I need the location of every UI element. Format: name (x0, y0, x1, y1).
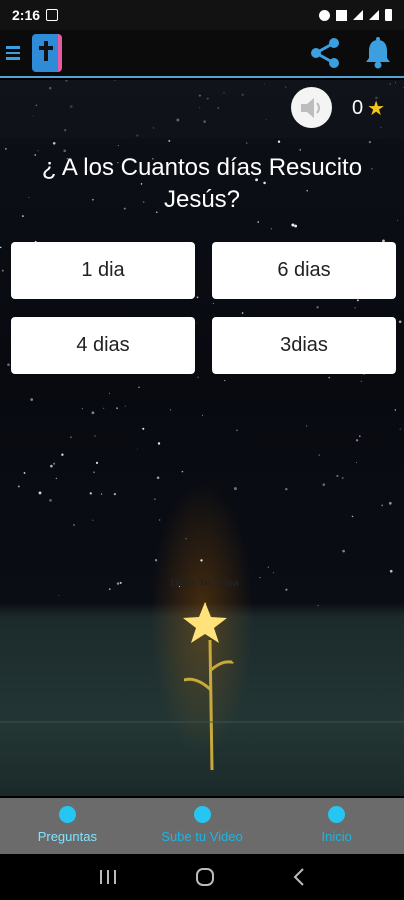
back-icon[interactable] (292, 867, 306, 887)
answer-button-1[interactable]: 1 dia (11, 242, 195, 299)
sound-button[interactable] (291, 87, 332, 128)
battery-icon (385, 9, 392, 21)
nav-item-inicio[interactable]: Inicio (269, 798, 404, 854)
menu-icon[interactable] (6, 46, 20, 60)
bible-app-icon (32, 34, 62, 72)
score-value: 0 (352, 97, 364, 119)
answer-button-3[interactable]: 4 dias (11, 317, 195, 374)
score-display: 0 ★ (352, 96, 385, 121)
nav-item-sube-tu-video[interactable]: Sube tu Video (135, 798, 270, 854)
status-icons (319, 9, 392, 21)
home-button-icon[interactable] (194, 866, 216, 888)
answer-button-4[interactable]: 3dias (212, 317, 396, 374)
status-bar: 2:16 (0, 0, 404, 30)
status-time: 2:16 (12, 7, 41, 23)
system-navigation-bar (0, 854, 404, 900)
question-text: ¿ A los Cuantos días Resucito Jesús? (41, 154, 363, 213)
mute-icon (336, 9, 347, 21)
watermark-text: Dios Te Ama (170, 578, 240, 589)
video-icon (193, 806, 211, 823)
nav-label-preguntas: Preguntas (37, 829, 97, 844)
recent-apps-icon[interactable] (98, 868, 118, 886)
star-icon: ★ (367, 98, 386, 120)
alarm-icon (319, 9, 330, 21)
notification-icon (46, 9, 59, 21)
bottom-navigation: Preguntas Sube tu Video Inicio (0, 798, 404, 854)
quiz-header-strip (0, 80, 404, 138)
wifi-icon (353, 10, 363, 20)
signal-icon (369, 10, 379, 20)
answer-button-2[interactable]: 6 dias (212, 242, 396, 299)
nav-item-preguntas[interactable]: Preguntas (0, 798, 135, 854)
home-icon (328, 806, 346, 823)
app-bar (0, 30, 404, 78)
nav-label-inicio: Inicio (321, 829, 352, 844)
share-icon[interactable] (308, 36, 342, 70)
bell-icon[interactable] (364, 37, 392, 69)
nav-label-sube-tu-video: Sube tu Video (161, 829, 243, 844)
preguntas-icon (58, 806, 76, 823)
speaker-icon (300, 97, 320, 118)
